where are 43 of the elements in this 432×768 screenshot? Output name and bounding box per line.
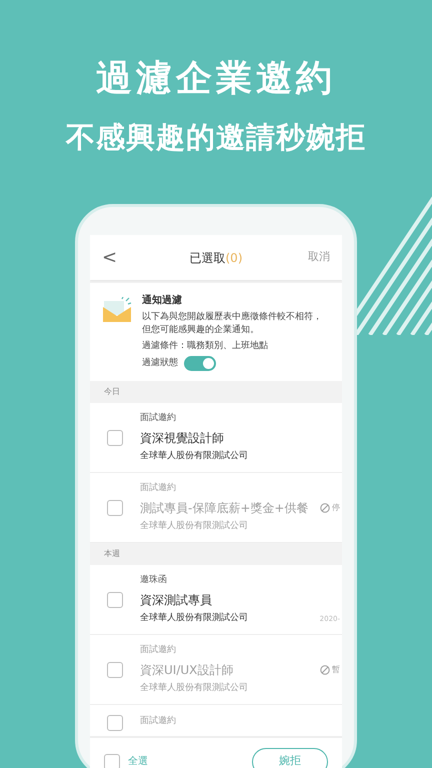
invitation-type: 面試邀約 — [140, 482, 177, 495]
job-title: 資深UI/UX設計師 — [140, 662, 234, 678]
subheadline: 不感興趣的邀請秒婉拒 — [66, 119, 366, 156]
checkbox[interactable] — [107, 715, 123, 731]
invitation-type: 面試邀約 — [140, 644, 177, 657]
back-button[interactable]: < — [102, 244, 132, 270]
invitation-row[interactable]: 面試邀約 資深視覺設計師 全球華人股份有限測試公司 — [90, 403, 342, 473]
select-all-label[interactable]: 全選 — [128, 754, 252, 768]
invitation-type: 面試邀約 — [140, 412, 177, 425]
status-text: 停 — [332, 502, 340, 514]
status-text: 暫 — [332, 664, 340, 676]
envelope-icon — [102, 296, 132, 322]
headline: 過濾企業邀約 — [96, 57, 336, 101]
invitation-row[interactable]: 面試邀約 — [90, 705, 342, 737]
filter-conditions: 過濾條件：職務類別、上班地點 — [142, 340, 269, 352]
invitation-type: 面試邀約 — [140, 715, 177, 728]
invitation-row[interactable]: 面試邀約 測試專員-保障底薪+獎金+供餐 全球華人股份有限測試公司 停 — [90, 473, 342, 543]
company-name: 全球華人股份有限測試公司 — [140, 450, 249, 462]
notice-title: 通知過濾 — [142, 294, 183, 308]
toggle-label: 過濾狀態 — [142, 356, 178, 370]
section-label: 今日 — [103, 386, 121, 398]
section-label: 本週 — [103, 548, 121, 560]
checkbox[interactable] — [107, 592, 123, 608]
cancel-button[interactable]: 取消 — [300, 248, 330, 266]
decline-button[interactable]: 婉拒 — [252, 748, 328, 768]
company-name: 全球華人股份有限測試公司 — [140, 520, 249, 532]
invitation-type: 邀珠函 — [140, 574, 168, 587]
invitation-row[interactable]: 面試邀約 資深UI/UX設計師 全球華人股份有限測試公司 暫 — [90, 635, 342, 705]
checkbox[interactable] — [107, 662, 123, 678]
ban-icon — [320, 502, 330, 512]
ban-icon — [320, 664, 330, 674]
selected-count: (0) — [226, 251, 242, 265]
job-title: 資深視覺設計師 — [140, 430, 225, 446]
checkbox[interactable] — [107, 500, 123, 516]
checkbox[interactable] — [107, 430, 123, 446]
page-title: 已選取 — [190, 251, 226, 265]
filter-toggle[interactable] — [184, 356, 216, 371]
company-name: 全球華人股份有限測試公司 — [140, 612, 249, 624]
company-name: 全球華人股份有限測試公司 — [140, 682, 249, 694]
notice-text: 以下為與您開啟履歷表中應徵條件較不相符，但您可能感興趣的企業通知。 — [142, 310, 323, 336]
job-title: 測試專員-保障底薪+獎金+供餐 — [140, 500, 310, 516]
checkbox[interactable] — [104, 754, 120, 768]
job-title: 資深測試專員 — [140, 592, 213, 608]
